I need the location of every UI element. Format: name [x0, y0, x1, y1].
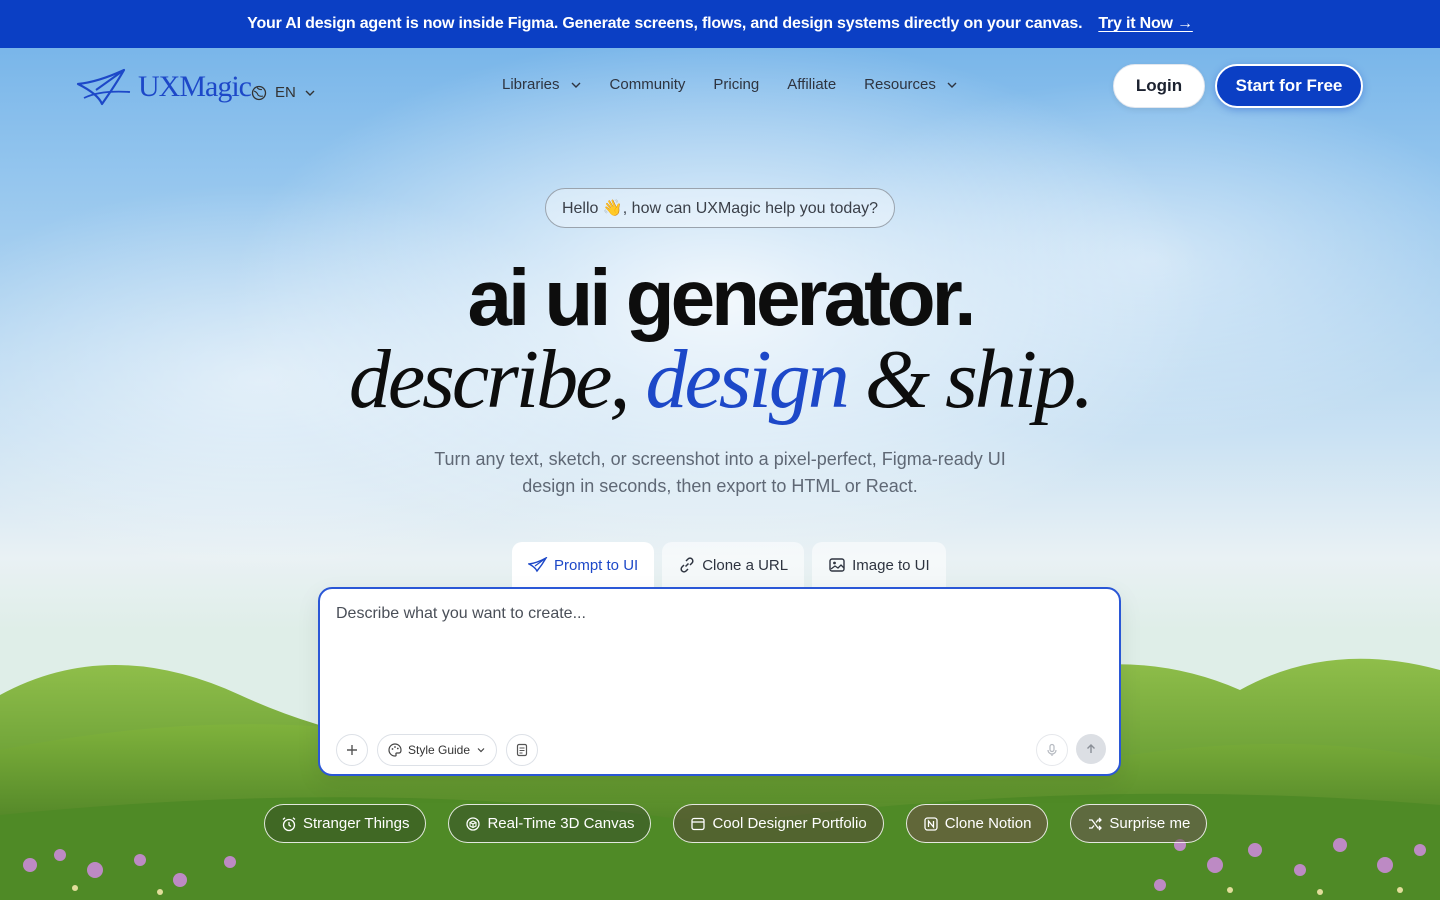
menu-pricing-label: Pricing — [713, 76, 760, 93]
send-button[interactable] — [1076, 734, 1106, 764]
menu-resources[interactable]: Resources — [864, 76, 958, 93]
chevron-down-icon — [305, 90, 315, 96]
chevron-down-icon — [571, 82, 581, 88]
announcement-bar: Your AI design agent is now inside Figma… — [0, 0, 1440, 48]
menu-resources-label: Resources — [864, 76, 936, 93]
hero-subtitle-accent: design — [645, 333, 849, 426]
logo-plane-icon — [76, 68, 131, 106]
try-it-now-link[interactable]: Try it Now → — [1098, 15, 1193, 33]
announcement-text: Your AI design agent is now inside Figma… — [247, 15, 1083, 32]
shuffle-icon — [1089, 817, 1103, 830]
menu-libraries-label: Libraries — [502, 76, 560, 93]
logo[interactable]: UXMagic — [76, 64, 252, 110]
tab-prompt-to-ui[interactable]: Prompt to UI — [512, 542, 655, 588]
hero-subtitle-part2: & ship. — [864, 333, 1094, 426]
chip-clone-notion[interactable]: Clone Notion — [905, 804, 1049, 843]
hero-subtitle-part1: describe, — [348, 333, 631, 426]
notes-button[interactable] — [506, 734, 538, 766]
link-icon — [680, 557, 694, 573]
style-guide-label: Style Guide — [408, 743, 471, 757]
top-nav: UXMagic EN Libraries Community Pricing A… — [0, 48, 1440, 124]
chip-stranger-things[interactable]: Stranger Things — [264, 804, 427, 843]
chevron-down-icon — [947, 82, 957, 88]
chip-clone-notion-label: Clone Notion — [944, 815, 1032, 832]
hero-subtitle: describe, design & ship. — [0, 330, 1440, 430]
start-for-free-button[interactable]: Start for Free — [1215, 64, 1363, 108]
language-selector[interactable]: EN — [251, 84, 316, 101]
style-guide-dropdown[interactable]: Style Guide — [377, 734, 498, 766]
main-menu: Libraries Community Pricing Affiliate Re… — [502, 76, 958, 93]
alarm-icon — [282, 816, 296, 831]
plane-icon — [528, 557, 548, 573]
tab-image-to-ui[interactable]: Image to UI — [812, 542, 946, 588]
browser-icon — [691, 817, 706, 830]
chip-stranger-things-label: Stranger Things — [303, 815, 410, 832]
chevron-down-icon — [477, 748, 485, 753]
prompt-input[interactable] — [336, 605, 1096, 715]
login-button[interactable]: Login — [1113, 64, 1205, 108]
add-attachment-button[interactable] — [336, 734, 368, 766]
cube-icon — [466, 816, 481, 831]
notion-icon — [924, 816, 938, 831]
language-label: EN — [275, 84, 296, 101]
suggestion-chips: Stranger Things Real-Time 3D Canvas Cool… — [264, 804, 1208, 843]
hero-description: Turn any text, sketch, or screenshot int… — [434, 449, 1006, 496]
document-icon — [516, 743, 528, 757]
chip-realtime-3d-canvas[interactable]: Real-Time 3D Canvas — [448, 804, 652, 843]
prompt-box: Style Guide — [318, 587, 1121, 776]
chip-surprise-me-label: Surprise me — [1109, 815, 1191, 832]
chip-cool-designer-portfolio[interactable]: Cool Designer Portfolio — [673, 804, 884, 843]
menu-affiliate-label: Affiliate — [787, 76, 837, 93]
palette-icon — [388, 743, 402, 757]
tab-prompt-to-ui-label: Prompt to UI — [554, 556, 639, 574]
plus-icon — [347, 745, 357, 755]
chip-realtime-3d-canvas-label: Real-Time 3D Canvas — [487, 815, 635, 832]
chip-cool-designer-portfolio-label: Cool Designer Portfolio — [712, 815, 867, 832]
menu-pricing[interactable]: Pricing — [713, 76, 759, 93]
logo-text: UXMagic — [138, 70, 252, 103]
voice-input-button[interactable] — [1036, 734, 1068, 766]
tab-clone-url-label: Clone a URL — [702, 556, 789, 574]
chip-surprise-me[interactable]: Surprise me — [1070, 804, 1208, 843]
microphone-icon — [1047, 743, 1057, 756]
menu-community[interactable]: Community — [610, 76, 686, 93]
menu-libraries[interactable]: Libraries — [502, 76, 582, 93]
greeting-pill: Hello 👋, how can UXMagic help you today? — [545, 188, 895, 228]
menu-affiliate[interactable]: Affiliate — [787, 76, 836, 93]
menu-community-label: Community — [609, 76, 686, 93]
globe-icon — [251, 85, 267, 100]
tab-clone-url[interactable]: Clone a URL — [662, 542, 805, 588]
tab-image-to-ui-label: Image to UI — [852, 556, 930, 574]
mode-tabs: Prompt to UI Clone a URL Image to UI — [512, 542, 946, 588]
arrow-up-icon — [1087, 744, 1095, 753]
image-icon — [829, 558, 845, 572]
